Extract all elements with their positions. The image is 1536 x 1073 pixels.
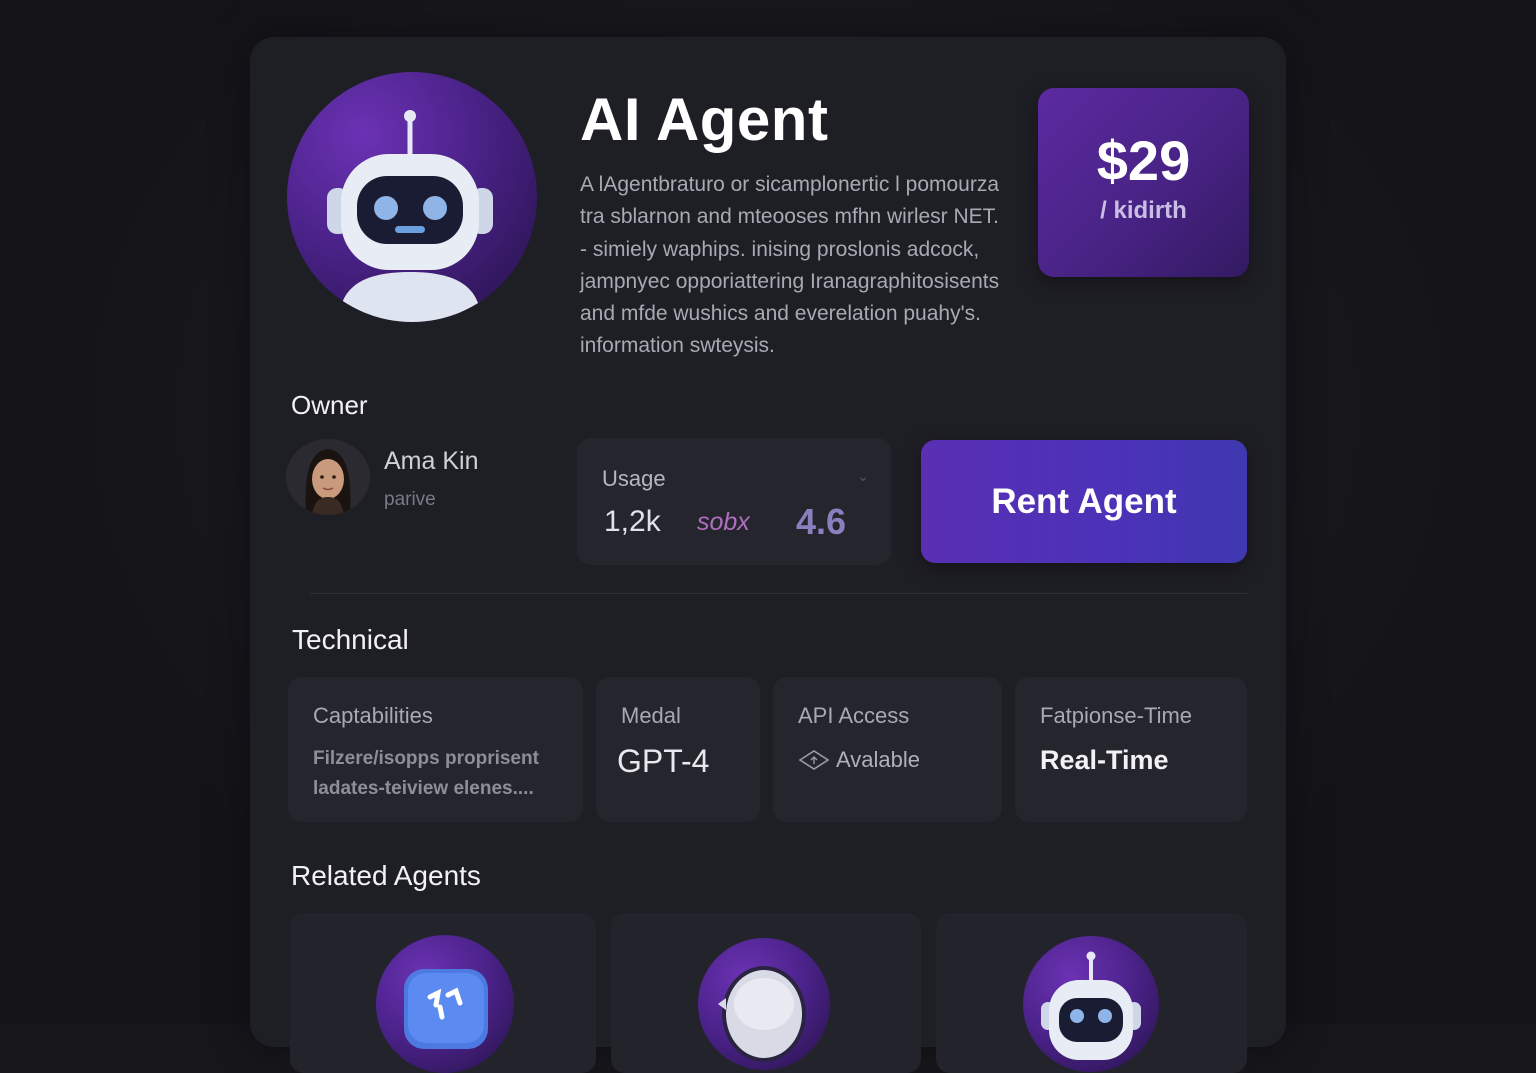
api-access-value: Avalable [836,747,920,773]
rent-agent-button[interactable]: Rent Agent [921,440,1247,563]
rating-value: 4.6 [796,501,846,543]
usage-count: 1,2k [604,505,661,539]
api-access-label: API Access [798,703,909,729]
price-box: $29 / kidirth [1038,88,1249,277]
related-agent-avatar [1023,936,1159,1072]
diamond-icon [798,749,830,771]
related-section-title: Related Agents [291,860,481,892]
section-divider [310,593,1247,594]
agent-description: A lAgentbraturo or sicamplonertic l pomo… [580,169,1000,363]
page-title: AI Agent [580,85,828,154]
owner-label: Owner [291,390,368,421]
capabilities-card: Captabilities Filzere/isopps proprisent … [288,677,583,822]
technical-section-title: Technical [292,624,409,656]
price-period: / kidirth [1038,197,1249,225]
agent-detail-card: AI Agent A lAgentbraturo or sicamplonert… [250,37,1286,1047]
model-label: Medal [621,703,681,729]
capabilities-value: Filzere/isopps proprisent ladates-teivie… [313,744,563,804]
person-icon [286,439,370,515]
astronaut-icon [698,938,830,1070]
usage-squiggle: sobx [697,508,750,537]
chevron-down-icon[interactable]: ⌄ [857,468,869,485]
agent-avatar [287,72,537,322]
related-agent-card[interactable] [290,913,596,1073]
model-card: Medal GPT-4 [596,677,760,822]
api-access-status: Avalable [798,747,920,773]
model-value: GPT-4 [617,743,709,780]
usage-panel: Usage ⌄ 1,2k sobx 4.6 [577,438,891,565]
response-time-card: Fatpionse-Time Real-Time [1015,677,1247,822]
api-access-card: API Access Avalable [773,677,1002,822]
related-agent-avatar [376,935,514,1073]
owner-name[interactable]: Ama Kin [384,447,478,476]
response-time-label: Fatpionse-Time [1040,703,1192,729]
chat-bot-icon [376,935,514,1073]
capabilities-label: Captabilities [313,703,433,729]
robot-icon [287,72,537,322]
owner-avatar[interactable] [286,439,370,515]
usage-label: Usage [602,466,666,492]
response-time-value: Real-Time [1040,745,1169,776]
owner-subtitle: parive [384,489,436,511]
related-agent-avatar [698,938,830,1070]
related-agent-card[interactable] [936,913,1247,1073]
robot-icon [1023,936,1159,1072]
price-value: $29 [1038,128,1249,193]
related-agent-card[interactable] [611,913,921,1073]
